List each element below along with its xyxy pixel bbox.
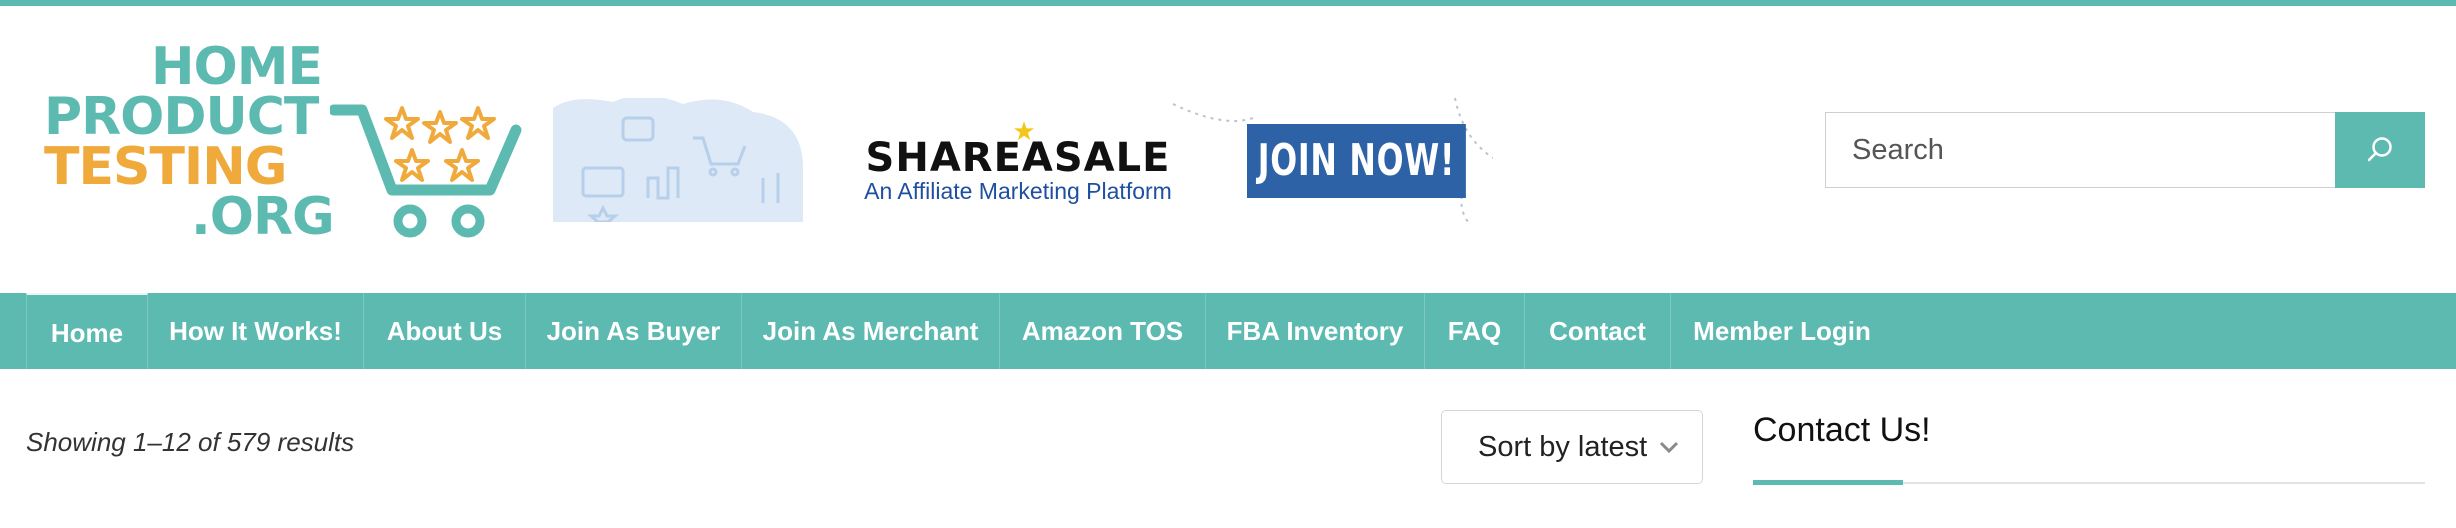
shopping-cart-icon [330, 104, 522, 238]
nav-item-join-as-merchant[interactable]: Join As Merchant [742, 293, 1000, 369]
logo-line-2: PRODUCT [44, 87, 319, 147]
search-icon [2367, 137, 2392, 162]
search-input[interactable] [1825, 112, 2362, 188]
nav-item-member-login[interactable]: Member Login [1671, 293, 1893, 369]
shareasale-tagline: An Affiliate Marketing Platform [864, 178, 1172, 204]
search-bar [1825, 112, 2425, 188]
logo-line-4: .ORG [191, 187, 335, 247]
nav-item-about-us[interactable]: About Us [364, 293, 526, 369]
nav-item-join-as-buyer[interactable]: Join As Buyer [526, 293, 742, 369]
logo-line-3: TESTING [44, 137, 287, 197]
site-logo[interactable]: HOME PRODUCT TESTING .ORG [44, 37, 522, 257]
join-now-button[interactable]: JOIN NOW! [1247, 124, 1466, 198]
sort-selected-label: Sort by latest [1478, 431, 1648, 463]
sort-dropdown[interactable]: Sort by latest [1441, 410, 1703, 484]
nav-item-how-it-works[interactable]: How It Works! [148, 293, 364, 369]
widget-title: Contact Us! [1753, 411, 1931, 449]
nav-item-faq[interactable]: FAQ [1425, 293, 1525, 369]
nav-item-home[interactable]: Home [26, 293, 148, 369]
shareasale-banner-ad[interactable]: ★ SHAREASALE An Affiliate Marketing Plat… [553, 98, 1493, 222]
logo-wordmark: HOME PRODUCT TESTING .ORG [44, 37, 335, 247]
top-accent-strip [0, 0, 2456, 6]
widget-accent-bar [1753, 480, 1903, 485]
nav-item-contact[interactable]: Contact [1525, 293, 1671, 369]
main-navigation: Home How It Works! About Us Join As Buye… [0, 293, 2456, 369]
logo-line-1: HOME [151, 37, 323, 97]
search-button[interactable] [2335, 112, 2425, 188]
shareasale-logo: ★ SHAREASALE An Affiliate Marketing Plat… [853, 118, 1183, 204]
nav-item-fba-inventory[interactable]: FBA Inventory [1206, 293, 1425, 369]
result-count: Showing 1–12 of 579 results [26, 427, 355, 457]
shareasale-brand: SHAREASALE [865, 135, 1171, 181]
chevron-down-icon [1658, 411, 1680, 510]
cloud-illustration [553, 98, 803, 222]
nav-item-amazon-tos[interactable]: Amazon TOS [1000, 293, 1206, 369]
